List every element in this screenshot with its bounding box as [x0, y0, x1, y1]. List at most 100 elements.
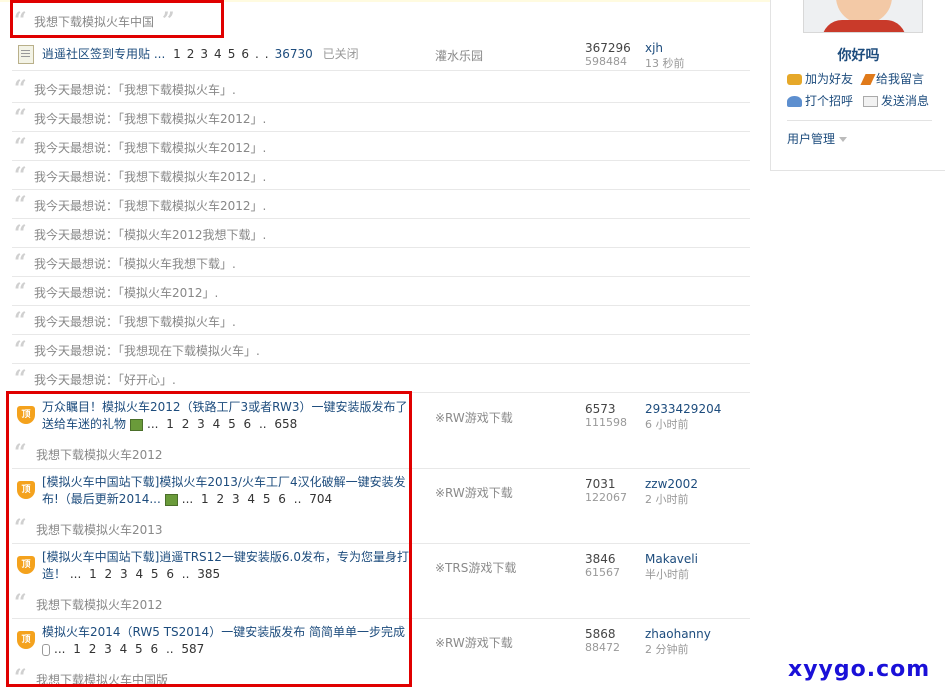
thread-title[interactable]: [模拟火车中国站下载]逍遥TRS12一键安装版6.0发布，专为您量身打 造！ .…	[42, 549, 409, 583]
thread-title-line[interactable]: 万众瞩目！模拟火车2012（铁路工厂3或者RW3）一键安装版发布了！	[42, 399, 420, 416]
thread-quote: “ 我想下载模拟火车2013	[14, 515, 384, 541]
send-message-link[interactable]: 发送消息	[863, 92, 929, 109]
thread-title[interactable]: [模拟火车中国站下载]模拟火车2013/火车工厂4汉化破解一键安装发 布!（最后…	[42, 474, 406, 508]
pinned-ellipsis: ...	[153, 47, 166, 61]
reply-count: 7031	[585, 477, 616, 491]
quote-text: 我今天最想说：「我想现在下载模拟火车」.	[34, 344, 260, 358]
page-link[interactable]: 3	[200, 47, 214, 61]
top-quote-text: 我想下载模拟火车中国	[34, 15, 155, 29]
envelope-icon	[863, 96, 878, 107]
open-quote-icon: “	[14, 250, 27, 276]
last-post-time: 2 分钟前	[645, 643, 689, 656]
open-quote-icon: “	[14, 8, 27, 34]
user-management-menu[interactable]: 用户管理	[787, 130, 848, 147]
forum-link[interactable]: 灌水乐园	[435, 47, 483, 64]
thread-quote: “ 我想下载模拟火车中国版	[14, 665, 384, 691]
user-management-label[interactable]: 用户管理	[787, 132, 835, 146]
add-friend-link[interactable]: 加为好友	[787, 70, 853, 87]
top-thread-icon: 顶	[17, 406, 35, 424]
image-attachment-icon	[164, 493, 178, 506]
page-link[interactable]: 5	[228, 47, 242, 61]
reply-count: 3846	[585, 552, 616, 566]
last-poster-link[interactable]: xjh	[645, 41, 663, 55]
greet-label[interactable]: 打个招呼	[805, 94, 853, 108]
forum-link[interactable]: ※TRS游戏下载	[435, 559, 516, 576]
thread-title-line[interactable]: 送给车迷的礼物	[42, 417, 126, 431]
thread-title-line[interactable]: 造！	[42, 567, 66, 581]
avatar-shirt	[822, 20, 906, 32]
page-link[interactable]: 2	[187, 47, 201, 61]
top-thread-icon: 顶	[17, 481, 35, 499]
thread-quote-text: 我想下载模拟火车2012	[36, 598, 163, 612]
thread-quote-text: 我想下载模拟火车中国版	[36, 673, 169, 687]
thread-quote-text: 我想下载模拟火车2013	[36, 523, 163, 537]
thread-list: “ 我想下载模拟火车中国 ” 逍遥社区签到专用贴 ... 123456..367…	[10, 0, 752, 689]
thread-title[interactable]: 万众瞩目！模拟火车2012（铁路工厂3或者RW3）一键安装版发布了！ 送给车迷的…	[42, 399, 420, 433]
page-link[interactable]: 4	[214, 47, 228, 61]
view-count: 122067	[585, 491, 627, 504]
send-message-label[interactable]: 发送消息	[881, 94, 929, 108]
handshake-icon	[787, 74, 802, 85]
forum-link[interactable]: ※RW游戏下载	[435, 409, 513, 426]
top-thread-icon: 顶	[17, 556, 35, 574]
last-poster-link[interactable]: 2933429204	[645, 402, 721, 416]
quote-text: 我今天最想说：「我想下载模拟火车」.	[34, 83, 236, 97]
open-quote-icon: “	[14, 515, 27, 541]
open-quote-icon: “	[14, 308, 27, 334]
thread-pages[interactable]: ... 1 2 3 4 5 6 .. 587	[54, 642, 204, 656]
thread-title-line[interactable]: 布!（最后更新2014...	[42, 492, 161, 506]
add-friend-label[interactable]: 加为好友	[805, 72, 853, 86]
quote-row: “ 我今天最想说：「好开心」.	[12, 364, 750, 393]
thread-quote: “ 我想下载模拟火车2012	[14, 590, 384, 616]
page-link[interactable]: 6	[241, 47, 255, 61]
leave-message-label[interactable]: 给我留言	[876, 72, 924, 86]
quote-text: 我今天最想说：「我想下载模拟火车2012」.	[34, 199, 267, 213]
quote-row: “ 我今天最想说：「我想下载模拟火车」.	[12, 306, 750, 335]
thread-row-pinned: 逍遥社区签到专用贴 ... 123456..36730 已关闭 灌水乐园 367…	[12, 38, 750, 71]
quote-row: “ 我今天最想说：「我想下载模拟火车2012」.	[12, 103, 750, 132]
open-quote-icon: “	[14, 366, 27, 392]
last-poster-link[interactable]: Makaveli	[645, 552, 698, 566]
quote-row: “ 我今天最想说：「我想下载模拟火车」.	[12, 74, 750, 103]
thread-title-line[interactable]: [模拟火车中国站下载]逍遥TRS12一键安装版6.0发布，专为您量身打	[42, 549, 409, 566]
view-count: 88472	[585, 641, 620, 654]
thread-row: 顶 [模拟火车中国站下载]逍遥TRS12一键安装版6.0发布，专为您量身打 造！…	[12, 544, 750, 619]
quote-row: “ 我今天最想说：「模拟火车我想下载」.	[12, 248, 750, 277]
thread-title[interactable]: 模拟火车2014（RW5 TS2014）一键安装版发布 简简单单一步完成 ...…	[42, 624, 405, 658]
open-quote-icon: “	[14, 134, 27, 160]
quote-text: 我今天最想说：「我想下载模拟火车」.	[34, 315, 236, 329]
username[interactable]: 你好吗	[771, 45, 945, 65]
sidebar-divider	[787, 120, 932, 121]
thread-pages[interactable]: ... 1 2 3 4 5 6 .. 704	[182, 492, 332, 506]
last-page-link[interactable]: 36730	[275, 47, 313, 61]
last-poster-link[interactable]: zhaohanny	[645, 627, 711, 641]
greet-link[interactable]: 打个招呼	[787, 92, 853, 109]
user-sidebar: 你好吗 加为好友 给我留言 打个招呼 发送消息 用户管理	[770, 0, 945, 171]
reply-count: 367296	[585, 41, 631, 55]
pinned-title[interactable]: 逍遥社区签到专用贴	[42, 47, 150, 61]
thread-title-line[interactable]: 模拟火车2014（RW5 TS2014）一键安装版发布 简简单单一步完成	[42, 624, 405, 641]
quote-row: “ 我今天最想说：「我想下载模拟火车2012」.	[12, 190, 750, 219]
thread-title-pinned[interactable]: 逍遥社区签到专用贴 ... 123456..36730 已关闭	[42, 46, 359, 63]
reply-count: 6573	[585, 402, 616, 416]
open-quote-icon: “	[14, 192, 27, 218]
quote-text: 我今天最想说：「模拟火车2012我想下载」.	[34, 228, 267, 242]
last-poster-link[interactable]: zzw2002	[645, 477, 698, 491]
leave-message-link[interactable]: 给我留言	[860, 70, 924, 87]
view-count: 111598	[585, 416, 627, 429]
forum-link[interactable]: ※RW游戏下载	[435, 484, 513, 501]
avatar[interactable]	[803, 0, 923, 33]
top-quote-row: “ 我想下载模拟火车中国 ”	[12, 6, 750, 34]
page-link[interactable]: 1	[173, 47, 187, 61]
forum-link[interactable]: ※RW游戏下载	[435, 634, 513, 651]
quote-row: “ 我今天最想说：「我想下载模拟火车2012」.	[12, 132, 750, 161]
thread-title-line[interactable]: [模拟火车中国站下载]模拟火车2013/火车工厂4汉化破解一键安装发	[42, 474, 406, 491]
open-quote-icon: “	[14, 337, 27, 363]
thread-pages[interactable]: ... 1 2 3 4 5 6 .. 385	[70, 567, 220, 581]
thread-quote: “ 我想下载模拟火车2012	[14, 440, 384, 466]
open-quote-icon: “	[14, 440, 27, 466]
thread-pages[interactable]: ... 1 2 3 4 5 6 .. 658	[147, 417, 297, 431]
pinned-pages[interactable]: 123456..	[173, 47, 274, 61]
quote-row: “ 我今天最想说：「模拟火车2012」.	[12, 277, 750, 306]
pencil-icon	[860, 74, 876, 85]
